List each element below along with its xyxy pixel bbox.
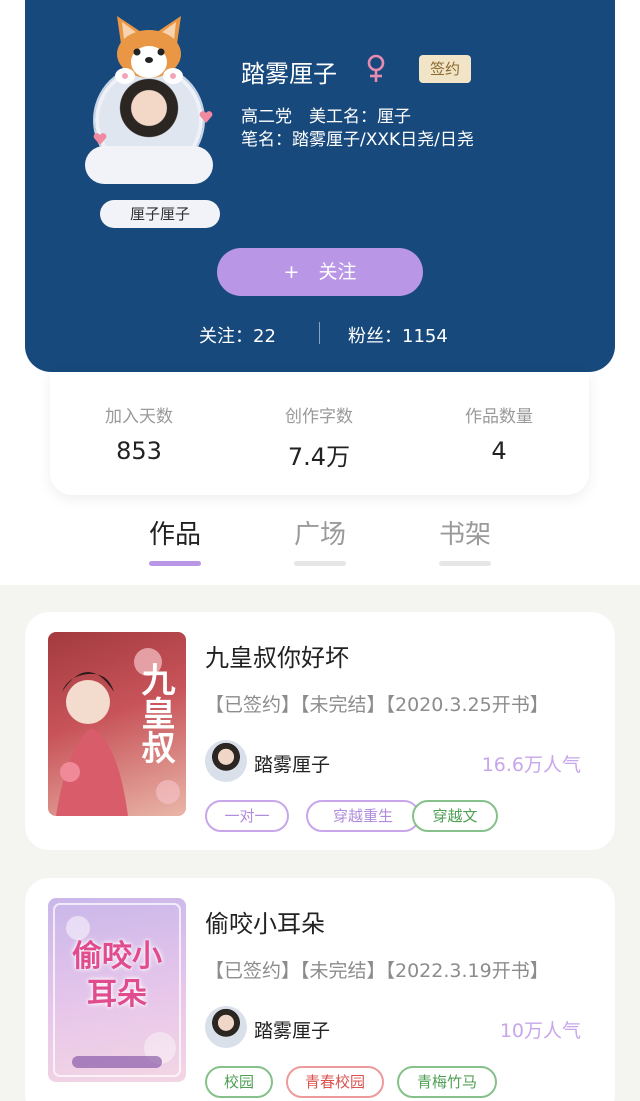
- profile-avatar[interactable]: [83, 14, 215, 184]
- profile-header: 厘子厘子 踏雾厘子 签约 高二党 美工名：厘子 笔名：踏雾厘子/XXK日尧/日尧…: [25, 0, 615, 372]
- book-tag[interactable]: 青梅竹马: [397, 1066, 497, 1098]
- stat-word-count: 创作字数 7.4万: [249, 402, 389, 472]
- book-cover[interactable]: 九皇叔: [48, 632, 186, 816]
- pen-name-line: 笔名：踏雾厘子/XXK日尧/日尧: [241, 130, 474, 150]
- cover-title: 偷咬小耳朵: [72, 939, 162, 1012]
- popularity: 10万人气: [499, 1020, 581, 1042]
- heart-icon: [199, 111, 213, 123]
- tab-bookshelf[interactable]: 书架: [425, 514, 505, 551]
- stat-value: 853: [116, 437, 162, 465]
- stat-value: 7.4万: [287, 443, 351, 471]
- book-tag[interactable]: 青春校园: [286, 1066, 384, 1098]
- tab-indicator: [439, 561, 491, 566]
- book-title[interactable]: 九皇叔你好坏: [205, 638, 349, 673]
- author-name[interactable]: 踏雾厘子: [254, 750, 330, 777]
- book-cover[interactable]: 偷咬小耳朵: [48, 898, 186, 1082]
- book-tag[interactable]: 校园: [205, 1066, 273, 1098]
- book-meta: 【已签约】【未完结】【2020.3.25开书】: [205, 694, 549, 716]
- following-count[interactable]: 关注：22: [199, 322, 276, 348]
- book-card[interactable]: 偷咬小耳朵 偷咬小耳朵 【已签约】【未完结】【2022.3.19开书】 踏雾厘子…: [25, 878, 615, 1101]
- stats-divider: [319, 322, 320, 344]
- stat-label: 作品数量: [465, 407, 533, 427]
- popularity: 16.6万人气: [481, 754, 581, 776]
- profile-info-line: 高二党 美工名：厘子: [241, 107, 411, 127]
- follow-button[interactable]: + 关注: [217, 248, 423, 296]
- nickname-tag: 厘子厘子: [100, 200, 220, 228]
- cover-title: 九皇叔: [135, 662, 175, 764]
- stat-value: 4: [491, 437, 507, 465]
- author-name[interactable]: 踏雾厘子: [254, 1016, 330, 1043]
- author-avatar[interactable]: [205, 740, 247, 782]
- signed-badge: 签约: [419, 55, 471, 83]
- tab-indicator-active: [149, 561, 201, 566]
- tab-works[interactable]: 作品: [135, 514, 215, 551]
- stat-join-days: 加入天数 853: [69, 402, 209, 465]
- creator-stats: 加入天数 853 创作字数 7.4万 作品数量 4: [50, 372, 589, 495]
- stat-label: 加入天数: [105, 407, 173, 427]
- book-tag[interactable]: 穿越重生: [306, 800, 420, 832]
- book-tag[interactable]: 穿越文: [412, 800, 498, 832]
- stat-works-count: 作品数量 4: [429, 402, 569, 465]
- avatar-cloud-frame: [85, 146, 213, 184]
- book-tag[interactable]: 一对一: [205, 800, 289, 832]
- heart-icon: [93, 133, 107, 145]
- author-avatar[interactable]: [205, 1006, 247, 1048]
- book-title[interactable]: 偷咬小耳朵: [205, 904, 325, 939]
- female-icon: [367, 54, 385, 82]
- stat-label: 创作字数: [285, 407, 353, 427]
- tab-square[interactable]: 广场: [280, 514, 360, 551]
- book-meta: 【已签约】【未完结】【2022.3.19开书】: [205, 960, 549, 982]
- tab-indicator: [294, 561, 346, 566]
- corgi-icon: [115, 16, 183, 84]
- fans-count[interactable]: 粉丝：1154: [348, 322, 448, 348]
- user-name: 踏雾厘子: [241, 60, 337, 88]
- book-card[interactable]: 九皇叔 九皇叔你好坏 【已签约】【未完结】【2020.3.25开书】 踏雾厘子 …: [25, 612, 615, 850]
